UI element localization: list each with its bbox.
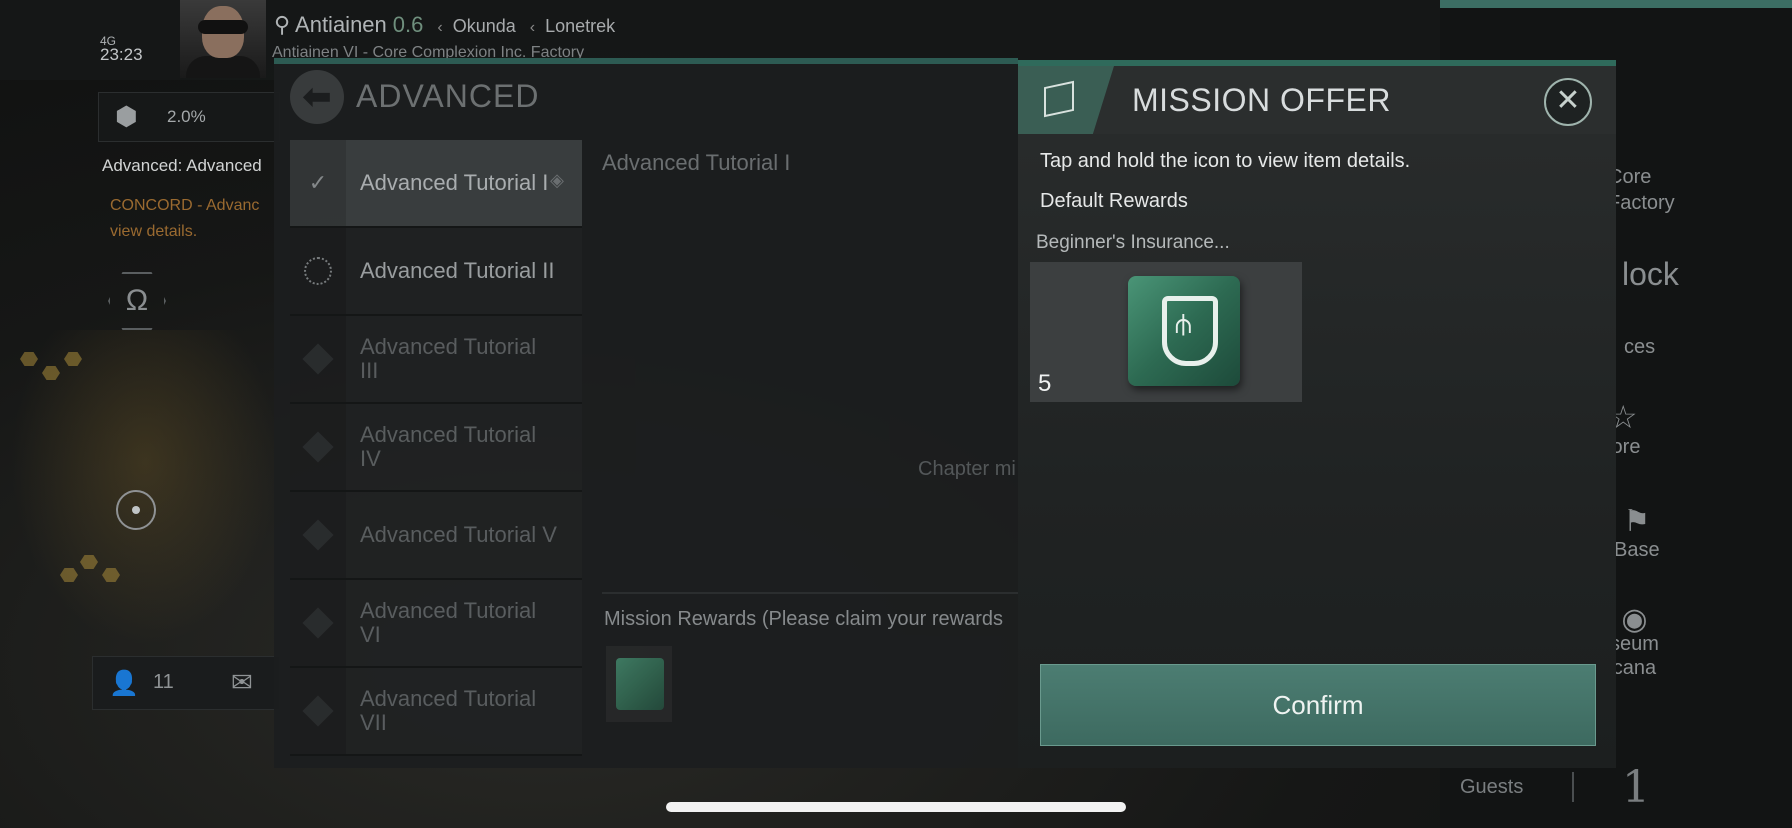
tutorial-label: Advanced Tutorial III bbox=[360, 334, 537, 383]
progress-circle-icon bbox=[304, 257, 332, 285]
tutorial-item[interactable]: Advanced Tutorial III bbox=[290, 316, 582, 404]
panel-title: ADVANCED bbox=[356, 78, 540, 114]
museum-button[interactable]: ◉ seum cana bbox=[1610, 603, 1659, 680]
tutorial-label: Advanced Tutorial VI bbox=[360, 598, 537, 647]
core-label: Core bbox=[1608, 166, 1652, 188]
divider bbox=[1572, 772, 1574, 802]
museum-label: seum bbox=[1610, 633, 1659, 655]
chevron-left-icon: ‹ bbox=[529, 19, 536, 36]
undock-button[interactable]: lock bbox=[1622, 256, 1679, 293]
chapter-text: Chapter mi bbox=[918, 458, 1016, 480]
tutorial-label: Advanced Tutorial I bbox=[360, 170, 549, 195]
insurance-icon bbox=[1128, 276, 1240, 386]
detail-title: Advanced Tutorial I bbox=[602, 150, 791, 175]
mail-icon[interactable]: ✉ bbox=[231, 667, 253, 698]
checkmark-icon: ✓ bbox=[308, 170, 328, 195]
concord-notice[interactable]: CONCORD - Advanc view details. bbox=[110, 193, 259, 245]
advanced-panel: ⬅ ADVANCED ✓ Advanced Tutorial I ◈ Advan… bbox=[274, 58, 1018, 768]
arcana-label: cana bbox=[1612, 657, 1657, 679]
concord-notice-line2: view details. bbox=[110, 223, 198, 240]
tutorial-label: Advanced Tutorial V bbox=[360, 522, 557, 547]
locked-diamond-icon bbox=[302, 607, 334, 639]
base-label: Base bbox=[1614, 539, 1660, 561]
core-factory-label[interactable]: Core Factory bbox=[1608, 164, 1675, 216]
security-status: 0.6 bbox=[392, 12, 424, 37]
back-button[interactable]: ⬅ bbox=[290, 70, 344, 124]
reward-item[interactable] bbox=[606, 646, 672, 722]
mission-offer-dialog: MISSION OFFER ✕ Tap and hold the icon to… bbox=[1018, 60, 1616, 768]
locked-diamond-icon bbox=[302, 431, 334, 463]
system-name: Antiainen bbox=[295, 12, 387, 37]
divider bbox=[602, 592, 1018, 594]
reward-item-name: Beginner's Insurance... bbox=[1036, 232, 1230, 253]
dialog-header: MISSION OFFER ✕ bbox=[1018, 66, 1616, 134]
base-button[interactable]: ⚑ Base bbox=[1614, 504, 1660, 562]
online-count: 11 bbox=[153, 671, 174, 693]
box-icon bbox=[1018, 66, 1114, 134]
constellation-name: Lonetrek bbox=[545, 16, 616, 36]
pin-icon: ⚲ bbox=[274, 12, 291, 37]
tutorial-item[interactable]: Advanced Tutorial II bbox=[290, 228, 582, 316]
tag-icon: ◈ bbox=[550, 170, 564, 190]
tutorial-item[interactable]: Advanced Tutorial VI bbox=[290, 580, 582, 668]
mission-tracker[interactable]: Advanced: Advanced bbox=[102, 156, 262, 176]
hint-text: Tap and hold the icon to view item detai… bbox=[1040, 150, 1411, 172]
item-quantity: 5 bbox=[1038, 370, 1052, 397]
tutorial-item[interactable]: Advanced Tutorial V bbox=[290, 492, 582, 580]
cargo-status[interactable]: ⬢ 2.0% bbox=[98, 92, 280, 142]
base-icon: ⚑ bbox=[1623, 505, 1651, 538]
tutorial-item[interactable]: ✓ Advanced Tutorial I ◈ bbox=[290, 140, 582, 228]
default-rewards-label: Default Rewards bbox=[1040, 190, 1188, 212]
tutorial-label: Advanced Tutorial IV bbox=[360, 422, 537, 471]
tutorial-item[interactable]: Advanced Tutorial VII bbox=[290, 668, 582, 756]
clock: 23:23 bbox=[100, 45, 143, 64]
tutorial-label: Advanced Tutorial VII bbox=[360, 686, 537, 735]
tutorial-label: Advanced Tutorial II bbox=[360, 258, 555, 283]
chevron-left-icon: ‹ bbox=[437, 19, 443, 36]
concord-notice-line1: CONCORD - Advanc bbox=[110, 197, 260, 214]
tutorial-item[interactable]: Advanced Tutorial IV bbox=[290, 404, 582, 492]
person-icon: 👤 bbox=[109, 670, 139, 697]
mission-rewards-label: Mission Rewards (Please claim your rewar… bbox=[604, 608, 1004, 630]
guests-count: 1 bbox=[1622, 762, 1650, 813]
character-portrait[interactable] bbox=[180, 0, 266, 78]
region-name: Okunda bbox=[452, 16, 516, 36]
cargo-percent: 2.0% bbox=[167, 107, 206, 126]
guests-label: Guests bbox=[1460, 776, 1524, 798]
locked-diamond-icon bbox=[302, 519, 334, 551]
close-icon[interactable]: ✕ bbox=[1544, 78, 1592, 126]
services-label[interactable]: ces bbox=[1624, 336, 1655, 359]
home-indicator[interactable] bbox=[666, 802, 1126, 812]
locked-diamond-icon bbox=[302, 695, 334, 727]
confirm-button[interactable]: Confirm bbox=[1040, 664, 1596, 746]
locked-diamond-icon bbox=[302, 343, 334, 375]
museum-icon: ◉ bbox=[1621, 603, 1648, 636]
reward-item[interactable]: 5 bbox=[1030, 262, 1302, 402]
cargo-icon: ⬢ bbox=[115, 101, 138, 131]
target-icon[interactable] bbox=[116, 490, 156, 530]
social-bar[interactable]: 👤 11 ✉ bbox=[92, 656, 280, 710]
factory-label: Factory bbox=[1608, 192, 1675, 214]
tutorial-list: ✓ Advanced Tutorial I ◈ Advanced Tutoria… bbox=[290, 140, 582, 756]
location-bar[interactable]: ⚲ Antiainen 0.6 ‹ Okunda ‹ Lonetrek bbox=[274, 12, 615, 38]
insurance-icon bbox=[616, 658, 664, 710]
dialog-title: MISSION OFFER bbox=[1132, 82, 1391, 118]
device-status: 4G 23:23 bbox=[100, 34, 143, 64]
